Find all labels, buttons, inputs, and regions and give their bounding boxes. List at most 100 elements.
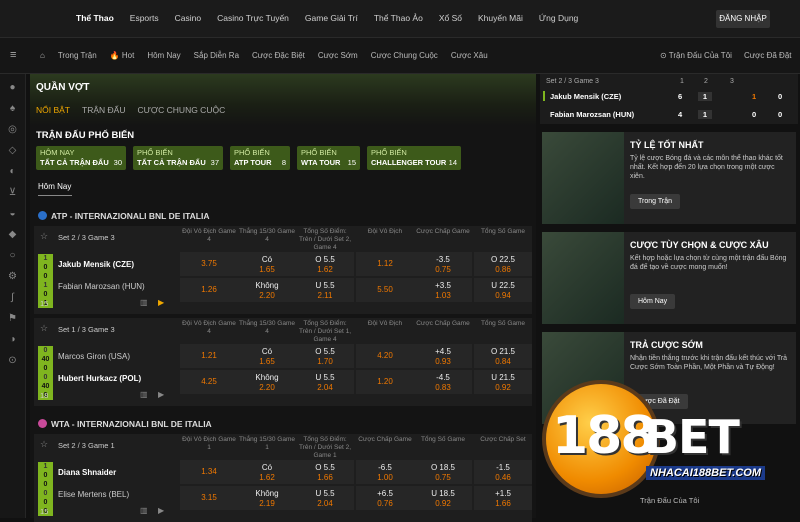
more-sports-icon[interactable]: ⊙ [7, 355, 19, 367]
odds-button[interactable]: 1.34 [180, 460, 238, 484]
league-atp-rome[interactable]: ATP - INTERNAZIONALI BNL DE ITALIA [38, 211, 210, 221]
market-header: Tổng Số Game [420, 436, 466, 443]
today-tab[interactable]: Hôm Nay [38, 182, 72, 196]
odds-button[interactable]: Có 1.62 [238, 460, 296, 484]
baseball-icon[interactable]: ○ [7, 250, 19, 262]
favorite-star-icon[interactable]: ☆ [40, 323, 48, 334]
odds-button[interactable]: 1.21 [180, 344, 238, 368]
quick-filter-pill[interactable]: PHỔ BIẾN ATP TOUR 8 [230, 146, 290, 170]
more-markets-count[interactable]: 15 [40, 299, 48, 308]
subnav-item[interactable]: Cược Xâu [451, 51, 488, 60]
odds-button[interactable]: O 5.5 1.66 [296, 460, 354, 484]
stats-icon[interactable]: ▥ [140, 506, 148, 515]
tabletennis-icon[interactable]: ◑ [7, 334, 19, 346]
subnav-item[interactable]: Trong Trận [58, 51, 97, 60]
subnav-item[interactable]: Hôm Nay [147, 51, 180, 60]
home-icon[interactable]: ⌂ [40, 51, 45, 60]
soccer-icon[interactable]: ● [7, 82, 19, 94]
quick-filter-pill[interactable]: HÔM NAY TẤT CẢ TRẬN ĐẤU 30 [36, 146, 126, 170]
subnav-item[interactable]: Cược Chung Cuộc [371, 51, 438, 60]
stats-icon[interactable]: ▥ [140, 390, 148, 399]
nav-item[interactable]: Thể Thao Ảo [374, 13, 423, 23]
odds-button[interactable]: +3.5 1.03 [414, 278, 472, 302]
odds-button[interactable]: O 22.5 0.86 [474, 252, 532, 276]
menu-icon[interactable]: ≡ [10, 49, 16, 61]
odds-button[interactable]: -1.5 0.46 [474, 460, 532, 484]
nav-item[interactable]: Xổ Số [439, 13, 462, 23]
nav-item[interactable]: Casino [175, 13, 201, 23]
cricket-icon[interactable]: ⚙ [7, 271, 19, 283]
odds-button[interactable]: 4.25 [180, 370, 238, 394]
favorite-star-icon[interactable]: ☆ [40, 439, 48, 450]
odds-button[interactable]: Có 1.65 [238, 344, 296, 368]
hockey-icon[interactable]: ∫ [7, 292, 19, 304]
odds-button[interactable]: 1.26 [180, 278, 238, 302]
subnav-item[interactable]: Sắp Diễn Ra [194, 51, 239, 60]
more-markets-count[interactable]: 18 [40, 391, 48, 400]
odds-button[interactable]: -4.5 0.83 [414, 370, 472, 394]
my-matches-link[interactable]: ⊙ Trận Đấu Của Tôi [660, 51, 732, 60]
esports-icon[interactable]: ◐ [7, 166, 19, 178]
odds-button[interactable]: U 5.5 2.04 [296, 370, 354, 394]
odds-button[interactable]: 5.50 [356, 278, 414, 302]
nav-item[interactable]: Ứng Dụng [539, 13, 578, 23]
live-stream-icon[interactable]: ▶ [158, 506, 164, 515]
golf-icon[interactable]: ⚑ [7, 313, 19, 325]
odds-button[interactable]: 1.12 [356, 252, 414, 276]
odds-button[interactable]: Không 2.20 [238, 278, 296, 302]
tab-outrights[interactable]: CƯỢC CHUNG CUỘC [137, 105, 225, 115]
league-wta-rome[interactable]: WTA - INTERNAZIONALI BNL DE ITALIA [38, 419, 212, 429]
odds-button[interactable]: 1.20 [356, 370, 414, 394]
bets-placed-link[interactable]: Cược Đã Đặt [744, 51, 792, 60]
odds-button[interactable]: 4.20 [356, 344, 414, 368]
odds-button[interactable]: 3.15 [180, 486, 238, 510]
subnav-item[interactable]: Cược Đặc Biệt [252, 51, 305, 60]
login-button[interactable]: ĐĂNG NHẬP [716, 10, 770, 28]
tab-matches[interactable]: TRẬN ĐẤU [82, 105, 125, 115]
odds-button[interactable]: O 5.5 1.70 [296, 344, 354, 368]
in-play-button[interactable]: Trong Trận [630, 194, 680, 209]
odds-button[interactable]: Không 2.19 [238, 486, 296, 510]
odds-button[interactable]: -3.5 0.75 [414, 252, 472, 276]
odds-button[interactable]: O 21.5 0.84 [474, 344, 532, 368]
odds-button[interactable]: U 21.5 0.92 [474, 370, 532, 394]
quick-filter-pill[interactable]: PHỔ BIẾN CHALLENGER TOUR 14 [367, 146, 461, 170]
quick-filter-pill[interactable]: PHỔ BIẾN TẤT CẢ TRẬN ĐẤU 37 [133, 146, 223, 170]
odds-button[interactable]: U 5.5 2.11 [296, 278, 354, 302]
today-button[interactable]: Hôm Nay [630, 294, 676, 309]
quick-filter-pill[interactable]: PHỔ BIẾN WTA TOUR 15 [297, 146, 360, 170]
volleyball-icon[interactable]: ◒ [7, 208, 19, 220]
odds-button[interactable]: O 18.5 0.75 [414, 460, 472, 484]
odds-button[interactable]: -6.5 1.00 [356, 460, 414, 484]
odds-button[interactable]: U 18.5 0.92 [414, 486, 472, 510]
nav-item[interactable]: Casino Trực Tuyến [217, 13, 289, 23]
odds-button[interactable]: Có 1.65 [238, 252, 296, 276]
stats-icon[interactable]: ▥ [140, 298, 148, 307]
my-matches-bottom[interactable]: Trận Đấu Của Tôi [640, 496, 699, 505]
odds-button[interactable]: O 5.5 1.62 [296, 252, 354, 276]
odds-button[interactable]: 3.75 [180, 252, 238, 276]
favorite-star-icon[interactable]: ☆ [40, 231, 48, 242]
tennis-icon[interactable]: ♠ [7, 103, 19, 115]
more-markets-count[interactable]: 15 [40, 507, 48, 516]
nav-item[interactable]: Khuyến Mãi [478, 13, 523, 23]
trophy-icon[interactable]: ⊻ [7, 187, 19, 199]
odds-button[interactable]: U 22.5 0.94 [474, 278, 532, 302]
nav-item[interactable]: Esports [130, 13, 159, 23]
odds-button[interactable]: +6.5 0.76 [356, 486, 414, 510]
football-icon[interactable]: ◇ [7, 145, 19, 157]
odds-button[interactable]: U 5.5 2.04 [296, 486, 354, 510]
odds-button[interactable]: +1.5 1.66 [474, 486, 532, 510]
live-stream-icon[interactable]: ▶ [158, 390, 164, 399]
nav-item[interactable]: Game Giải Trí [305, 13, 358, 23]
basketball-icon[interactable]: ◎ [7, 124, 19, 136]
odds-button[interactable]: Không 2.20 [238, 370, 296, 394]
game-col-1: 1 [680, 78, 684, 85]
rugby-icon[interactable]: ◆ [7, 229, 19, 241]
subnav-item[interactable]: 🔥 Hot [110, 51, 135, 60]
nav-item[interactable]: Thể Thao [76, 13, 114, 23]
odds-button[interactable]: +4.5 0.93 [414, 344, 472, 368]
tab-featured[interactable]: NỔI BẬT [36, 105, 70, 115]
subnav-item[interactable]: Cược Sớm [318, 51, 358, 60]
live-stream-icon[interactable]: ▶ [158, 298, 164, 307]
